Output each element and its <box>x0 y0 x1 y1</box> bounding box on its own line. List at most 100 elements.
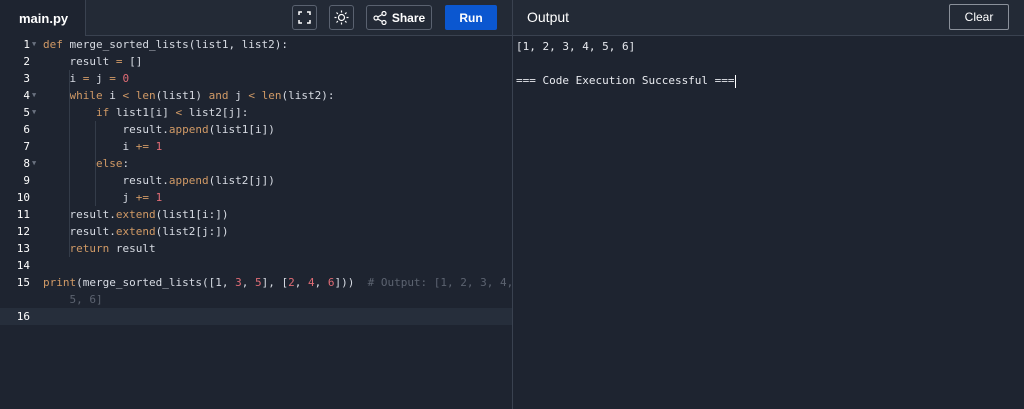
code-token: len <box>135 89 156 102</box>
text-cursor <box>734 74 736 88</box>
code-text: else: <box>43 155 129 172</box>
code-token: list1[i] <box>109 106 176 119</box>
code-token: += <box>135 140 149 153</box>
code-token: [] <box>122 55 143 68</box>
code-token: 1 <box>155 191 163 204</box>
code-text: print(merge_sorted_lists([1, 3, 5], [2, … <box>43 274 513 291</box>
code-line[interactable]: 12 result.extend(list2[j:]) <box>0 223 512 240</box>
sun-icon <box>334 10 349 25</box>
code-line[interactable]: 4 ▼ while i < len(list1) and j < len(list… <box>0 87 512 104</box>
code-line[interactable]: 10 j += 1 <box>0 189 512 206</box>
line-number: 14 <box>16 259 30 272</box>
fold-arrow-icon[interactable]: ▼ <box>32 87 36 104</box>
code-line[interactable]: 15 print(merge_sorted_lists([1, 3, 5], [2… <box>0 274 514 291</box>
code-token: extend <box>115 225 156 238</box>
code-line[interactable]: 8 ▼ else: <box>0 155 512 172</box>
code-text: result.extend(list2[j:]) <box>43 223 228 240</box>
code-line[interactable]: 14 <box>0 257 512 274</box>
code-token: print <box>43 276 77 289</box>
code-token: len <box>261 89 282 102</box>
code-line[interactable]: 5 ▼ if list1[i] < list2[j]: <box>0 104 512 121</box>
active-code-line[interactable]: 16 <box>0 308 512 325</box>
code-token: 2 <box>288 276 295 289</box>
line-number: 2 <box>23 55 30 68</box>
code-token: j <box>228 89 249 102</box>
code-line[interactable]: 6 result.append(list1[i]) <box>0 121 512 138</box>
code-text: result.extend(list1[i:]) <box>43 206 228 223</box>
code-token: (list2[j:]) <box>155 225 229 238</box>
code-token: j <box>43 191 136 204</box>
line-number: 6 <box>23 123 30 136</box>
code-token: : <box>122 157 130 170</box>
code-token: ], [ <box>261 276 289 289</box>
theme-toggle-button[interactable] <box>329 5 354 30</box>
code-text: return result <box>43 240 156 257</box>
file-tab-main-py[interactable]: main.py <box>0 0 86 36</box>
code-line[interactable]: 3 i = j = 0 <box>0 70 512 87</box>
code-token: result <box>43 55 116 68</box>
line-number: 3 <box>23 72 30 85</box>
line-number: 1 <box>23 38 30 51</box>
code-text: result = [] <box>43 53 142 70</box>
code-token: list2[j]: <box>182 106 249 119</box>
code-token: while <box>69 89 103 102</box>
code-text: 5, 6] <box>43 291 103 308</box>
code-token: (merge_sorted_lists([1, <box>76 276 236 289</box>
code-line[interactable]: 5, 6] <box>0 291 512 308</box>
code-token: return <box>69 242 110 255</box>
fullscreen-button[interactable] <box>292 5 317 30</box>
share-icon <box>373 10 387 25</box>
code-token: (list2): <box>281 89 335 102</box>
code-token: 4 <box>307 276 315 289</box>
code-line[interactable]: 13 return result <box>0 240 512 257</box>
share-button[interactable]: Share <box>366 5 432 30</box>
code-token: (list1[i:]) <box>155 208 229 221</box>
code-token: += <box>135 191 149 204</box>
fold-arrow-icon[interactable]: ▼ <box>32 36 36 53</box>
code-text: result.append(list1[i]) <box>43 121 274 138</box>
code-token: < <box>248 89 255 102</box>
fold-arrow-icon[interactable]: ▼ <box>32 104 36 121</box>
output-line: [1, 2, 3, 4, 5, 6] <box>516 38 635 55</box>
code-token: i <box>102 89 123 102</box>
code-token: (list1) <box>155 89 209 102</box>
code-token: i <box>43 72 83 85</box>
code-token: 5, 6] <box>43 293 103 306</box>
clear-button[interactable]: Clear <box>949 4 1009 30</box>
output-title: Output <box>527 9 570 25</box>
code-line[interactable]: 2 result = [] <box>0 53 512 70</box>
line-number: 8 <box>23 157 30 170</box>
code-token: result <box>109 242 156 255</box>
code-line[interactable]: 9 result.append(list2[j]) <box>0 172 512 189</box>
code-token: extend <box>115 208 156 221</box>
code-line[interactable]: 11 result.extend(list1[i:]) <box>0 206 512 223</box>
panel-divider[interactable] <box>512 0 513 409</box>
line-number: 5 <box>23 106 30 119</box>
line-number: 15 <box>16 276 30 289</box>
code-line[interactable]: 1 ▼ def merge_sorted_lists(list1, list2): <box>0 36 512 53</box>
code-token: j <box>89 72 110 85</box>
fold-arrow-icon[interactable]: ▼ <box>32 155 36 172</box>
share-label: Share <box>391 10 426 25</box>
run-button[interactable]: Run <box>445 5 497 30</box>
code-text: i = j = 0 <box>43 70 129 87</box>
line-number: 7 <box>23 140 30 153</box>
code-token: (list2[j]) <box>208 174 275 187</box>
code-editor[interactable]: 1 ▼ def merge_sorted_lists(list1, list2): 2… <box>0 36 514 409</box>
code-token: , <box>314 276 328 289</box>
code-token: result. <box>43 174 169 187</box>
line-number: 10 <box>16 191 30 204</box>
code-text: i += 1 <box>43 138 162 155</box>
code-token: and <box>208 89 229 102</box>
code-token: result. <box>43 123 169 136</box>
code-token: result. <box>43 208 116 221</box>
code-token: def <box>43 38 70 51</box>
indent-guide <box>69 70 70 257</box>
code-token: = <box>109 72 116 85</box>
line-number: 9 <box>23 174 30 187</box>
code-line[interactable]: 7 i += 1 <box>0 138 512 155</box>
